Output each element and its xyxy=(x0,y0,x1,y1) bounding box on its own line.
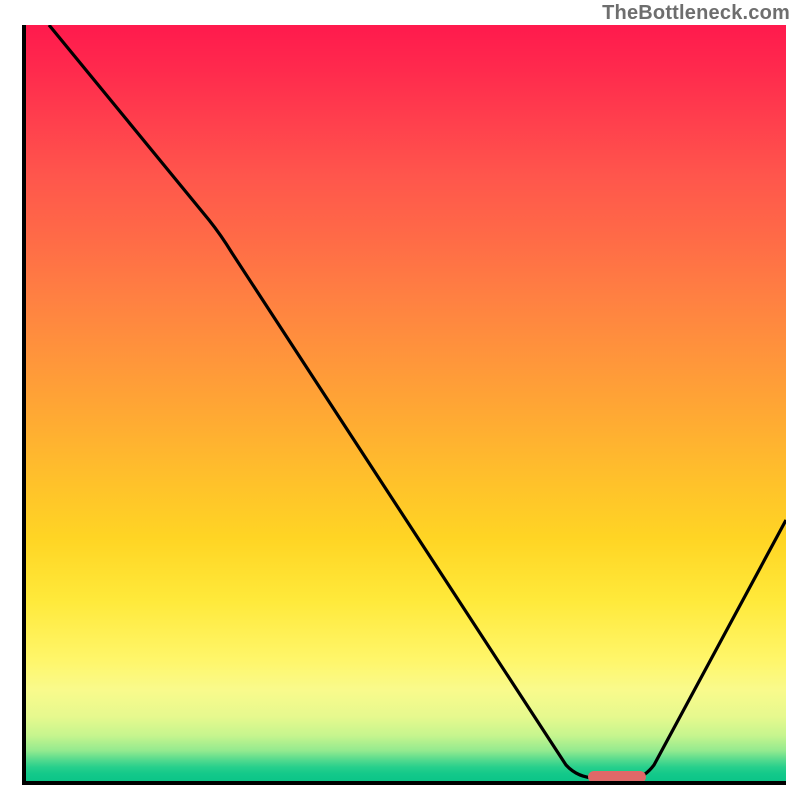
watermark-text: TheBottleneck.com xyxy=(602,2,790,25)
curve-path xyxy=(49,25,786,778)
optimum-marker xyxy=(588,771,646,781)
chart-plot-area xyxy=(22,25,786,785)
bottleneck-curve xyxy=(26,25,786,781)
